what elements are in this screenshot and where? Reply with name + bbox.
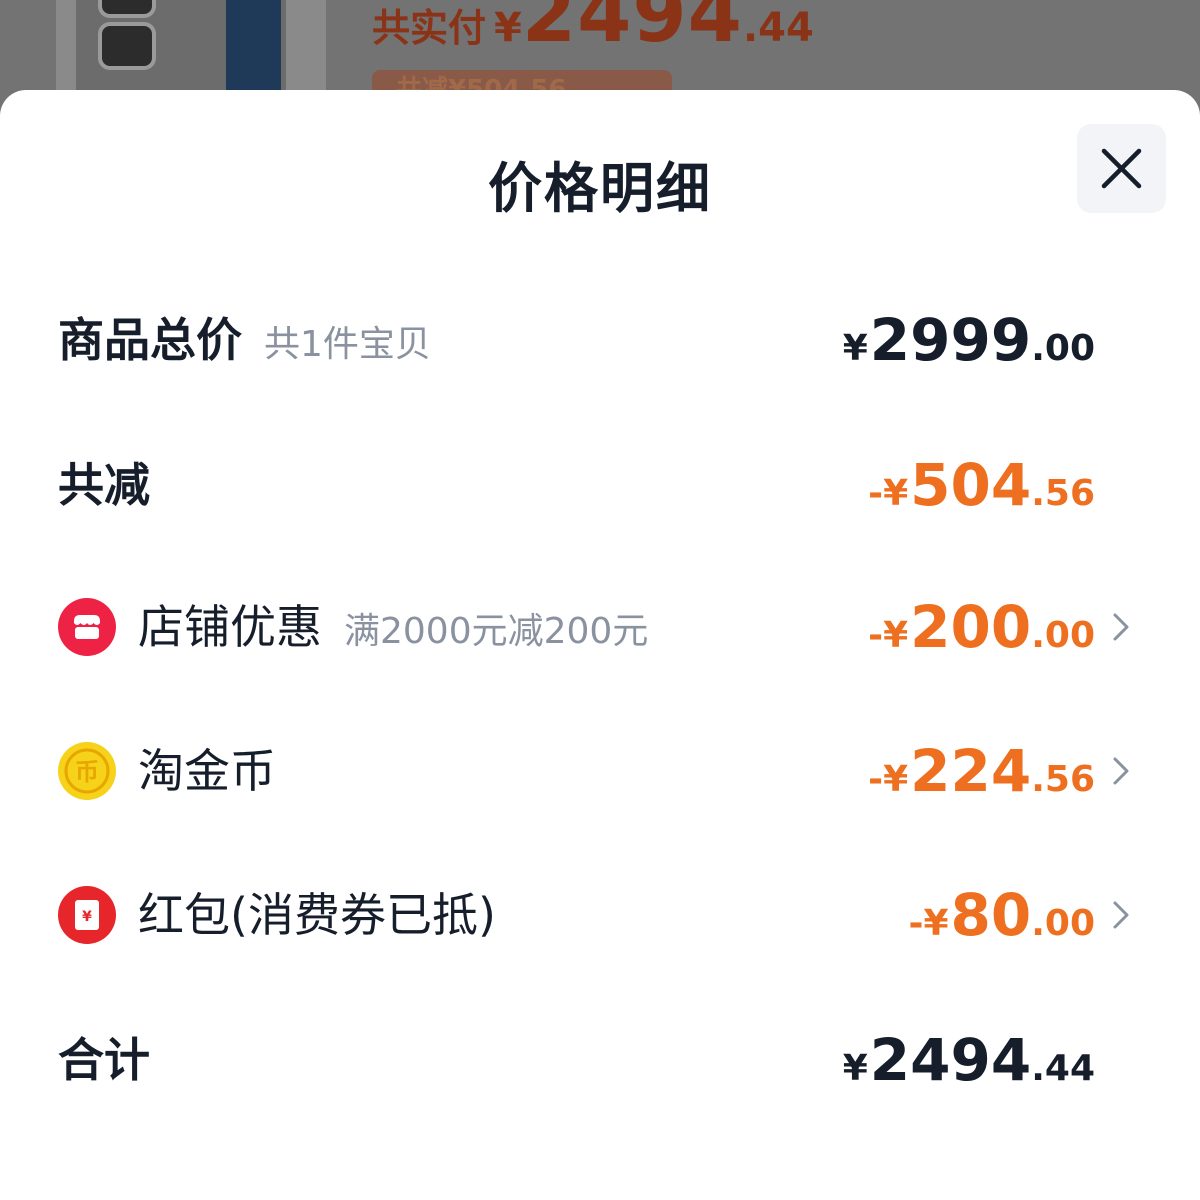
row-amount: -¥504.56 — [868, 451, 1095, 519]
row-taobao-coin[interactable]: 币 淘金币 -¥224.56 — [0, 726, 1200, 816]
price-detail-sheet: 价格明细 商品总价 共1件宝贝 ¥2999.00 共减 -¥504.56 店铺优惠… — [0, 90, 1200, 1200]
chevron-right-icon[interactable] — [1112, 756, 1130, 786]
row-grand-total: 合计 ¥2494.44 — [0, 1015, 1200, 1105]
row-total-discount: 共减 -¥504.56 — [0, 440, 1200, 530]
row-amount: ¥2999.00 — [842, 306, 1095, 374]
svg-text:¥: ¥ — [82, 909, 92, 925]
chevron-right-icon[interactable] — [1112, 900, 1130, 930]
sheet-title: 价格明细 — [488, 157, 712, 220]
row-item-total: 商品总价 共1件宝贝 ¥2999.00 — [0, 295, 1200, 385]
row-amount: -¥200.00 — [868, 593, 1095, 661]
row-sublabel: 共1件宝贝 — [264, 324, 431, 365]
row-amount: -¥224.56 — [868, 737, 1095, 805]
row-label: 共减 — [58, 458, 150, 512]
row-store-discount[interactable]: 店铺优惠 满2000元减200元 -¥200.00 — [0, 582, 1200, 672]
row-red-packet[interactable]: ¥ 红包(消费券已抵) -¥80.00 — [0, 870, 1200, 960]
row-label: 店铺优惠 满2000元减200元 — [138, 600, 649, 654]
chevron-right-icon[interactable] — [1112, 612, 1130, 642]
row-label: 淘金币 — [138, 744, 276, 798]
close-icon — [1101, 148, 1142, 189]
coin-icon: 币 — [58, 742, 116, 800]
row-label: 合计 — [58, 1033, 150, 1087]
row-sublabel: 满2000元减200元 — [344, 611, 649, 652]
row-label: 商品总价 共1件宝贝 — [58, 313, 431, 367]
svg-text:币: 币 — [75, 758, 99, 786]
store-icon — [58, 598, 116, 656]
row-label: 红包(消费券已抵) — [138, 888, 496, 942]
close-button[interactable] — [1077, 124, 1166, 213]
row-amount: ¥2494.44 — [842, 1026, 1095, 1094]
phone-screen — [226, 0, 281, 100]
background-total-price: 共实付 ¥2494.44 — [372, 0, 814, 60]
camera-lens-icon — [98, 22, 156, 70]
row-amount: -¥80.00 — [908, 881, 1095, 949]
red-packet-icon: ¥ — [58, 886, 116, 944]
camera-lens-icon — [98, 0, 156, 18]
